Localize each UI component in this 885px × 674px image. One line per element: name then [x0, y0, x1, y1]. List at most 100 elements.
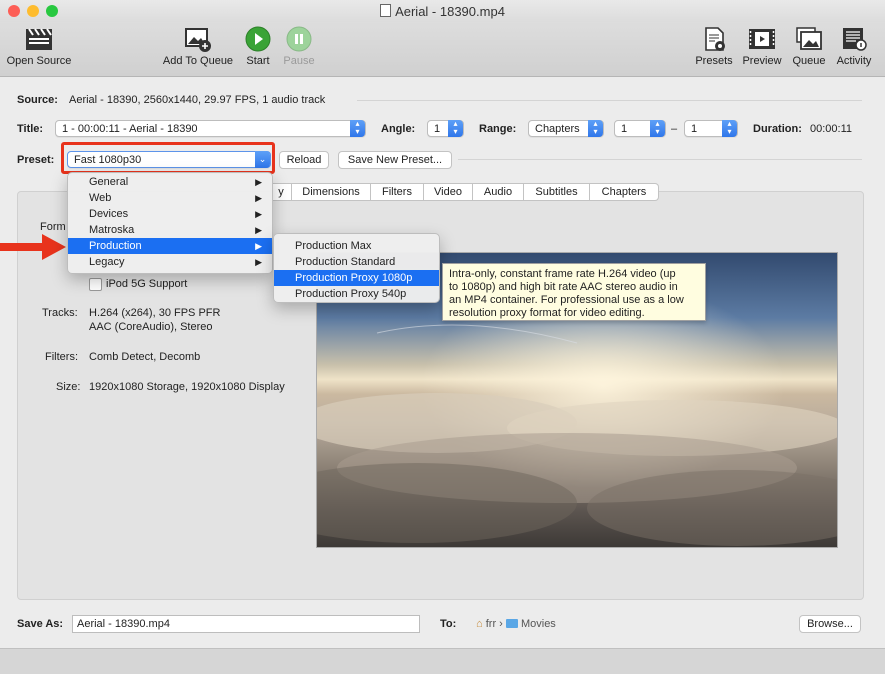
ipod-support-checkbox[interactable]	[89, 278, 102, 291]
source-value: Aerial - 18390, 2560x1440, 29.97 FPS, 1 …	[69, 94, 326, 106]
menu-item-legacy[interactable]: Legacy ▶	[68, 254, 272, 270]
menu-item-production-standard[interactable]: Production Standard	[274, 254, 439, 270]
pause-label: Pause	[283, 55, 315, 67]
reload-button[interactable]: Reload	[279, 151, 329, 169]
submenu-arrow-icon: ▶	[255, 177, 262, 187]
open-source-button[interactable]: Open Source	[4, 26, 74, 67]
presets-button[interactable]: Presets	[693, 26, 735, 67]
activity-button[interactable]: Activity	[832, 26, 876, 67]
stacked-photos-icon	[796, 27, 822, 50]
start-label: Start	[246, 55, 270, 67]
menu-item-production-label: Production	[89, 240, 142, 252]
angle-popup[interactable]: 1 ▴ ▾	[427, 120, 464, 137]
save-as-label: Save As:	[17, 618, 64, 630]
menu-item-production-max[interactable]: Production Max	[274, 238, 439, 254]
window-title: Aerial - 18390.mp4	[0, 4, 885, 19]
pause-button[interactable]: Pause	[281, 26, 317, 67]
destination-path[interactable]: ⌂ frr › Movies	[476, 618, 556, 630]
menu-item-matroska[interactable]: Matroska ▶	[68, 222, 272, 238]
add-to-queue-label: Add To Queue	[162, 55, 234, 67]
duration-value: 00:00:11	[810, 123, 853, 135]
submenu-arrow-icon: ▶	[255, 257, 262, 267]
stepper-arrows-icon: ▴ ▾	[650, 120, 665, 137]
source-label: Source:	[17, 94, 58, 106]
tab-audio[interactable]: Audio	[473, 183, 524, 201]
menu-item-devices-label: Devices	[89, 208, 129, 220]
path-folder: Movies	[520, 618, 556, 630]
folder-icon	[505, 619, 518, 628]
preset-separator	[458, 159, 862, 160]
stepper-arrows-icon: ▴ ▾	[588, 120, 603, 137]
tab-filters[interactable]: Filters	[371, 183, 424, 201]
save-as-filename: Aerial - 18390.mp4	[77, 618, 170, 630]
tab-subtitles[interactable]: Subtitles	[524, 183, 590, 201]
range-start-value: 1	[621, 123, 628, 135]
menu-item-production-proxy-1080p[interactable]: Production Proxy 1080p	[274, 270, 439, 286]
preset-description-tooltip: Intra-only, constant frame rate H.264 vi…	[442, 263, 706, 321]
tab-summary[interactable]: y	[270, 183, 292, 201]
range-label: Range:	[479, 123, 517, 135]
submenu-arrow-icon: ▶	[255, 193, 262, 203]
menu-item-web[interactable]: Web ▶	[68, 190, 272, 206]
film-strip-icon	[749, 29, 775, 49]
presets-label: Presets	[695, 55, 733, 67]
size-value: 1920x1080 Storage, 1920x1080 Display	[89, 381, 285, 393]
tab-dimensions[interactable]: Dimensions	[292, 183, 371, 201]
stepper-arrows-icon: ▴ ▾	[722, 120, 737, 137]
start-button[interactable]: Start	[242, 26, 274, 67]
submenu-arrow-icon: ▶	[255, 209, 262, 219]
highlight-box	[61, 142, 275, 174]
preset-category-menu: General ▶ Web ▶ Devices ▶ Matroska ▶ Product…	[67, 172, 273, 274]
menu-item-production[interactable]: Production ▶	[68, 238, 272, 254]
range-end-value: 1	[691, 123, 698, 135]
stepper-arrows-icon: ▴ ▾	[448, 120, 463, 137]
activity-label: Activity	[836, 55, 872, 67]
angle-label: Angle:	[381, 123, 416, 135]
toolbar: Open Source Add To Queue Start Pause Pre…	[0, 22, 885, 77]
preset-label: Preset:	[17, 154, 55, 166]
tracks-line-1: H.264 (x264), 30 FPS PFR	[89, 307, 221, 319]
menu-item-legacy-label: Legacy	[89, 256, 125, 268]
production-submenu: Production Max Production Standard Produ…	[273, 233, 440, 303]
path-user: frr	[485, 618, 497, 630]
path-separator: ›	[499, 618, 503, 630]
menu-item-devices[interactable]: Devices ▶	[68, 206, 272, 222]
submenu-arrow-icon: ▶	[255, 225, 262, 235]
size-label: Size:	[56, 381, 81, 393]
preview-button[interactable]: Preview	[739, 26, 785, 67]
activity-log-icon	[843, 28, 867, 51]
add-photo-icon	[185, 28, 211, 52]
title-bar: Aerial - 18390.mp4	[0, 0, 885, 22]
add-to-queue-button[interactable]: Add To Queue	[160, 26, 236, 67]
ipod-support-label: iPod 5G Support	[106, 278, 188, 290]
save-as-input[interactable]: Aerial - 18390.mp4	[72, 615, 420, 633]
open-source-label: Open Source	[6, 55, 72, 67]
status-bar	[0, 648, 885, 674]
window-title-text: Aerial - 18390.mp4	[395, 4, 505, 19]
queue-button[interactable]: Queue	[789, 26, 829, 67]
range-end-popup[interactable]: 1 ▴ ▾	[684, 120, 738, 137]
menu-item-general[interactable]: General ▶	[68, 174, 272, 190]
save-new-preset-button[interactable]: Save New Preset...	[338, 151, 452, 169]
title-popup-value: 1 - 00:00:11 - Aerial - 18390	[62, 123, 198, 135]
presets-document-icon	[705, 27, 725, 51]
tooltip-line-4: resolution proxy format for video editin…	[449, 307, 645, 319]
document-icon	[380, 4, 392, 17]
tab-video[interactable]: Video	[424, 183, 473, 201]
filters-value: Comb Detect, Decomb	[89, 351, 201, 363]
tab-chapters[interactable]: Chapters	[590, 183, 659, 201]
range-mode-value: Chapters	[535, 123, 580, 135]
home-icon: ⌂	[476, 618, 483, 630]
red-arrow-icon	[0, 234, 66, 260]
duration-label: Duration:	[753, 123, 802, 135]
range-start-popup[interactable]: 1 ▴ ▾	[614, 120, 666, 137]
menu-item-production-proxy-540p[interactable]: Production Proxy 540p	[274, 286, 439, 302]
play-icon	[245, 26, 271, 52]
range-dash: –	[671, 123, 678, 135]
title-popup[interactable]: 1 - 00:00:11 - Aerial - 18390 ▴ ▾	[55, 120, 366, 137]
browse-button[interactable]: Browse...	[799, 615, 861, 633]
tooltip-line-2: to 1080p) and high bit rate AAC stereo a…	[449, 281, 678, 293]
pause-icon	[286, 26, 312, 52]
title-label: Title:	[17, 123, 44, 135]
range-mode-popup[interactable]: Chapters ▴ ▾	[528, 120, 604, 137]
